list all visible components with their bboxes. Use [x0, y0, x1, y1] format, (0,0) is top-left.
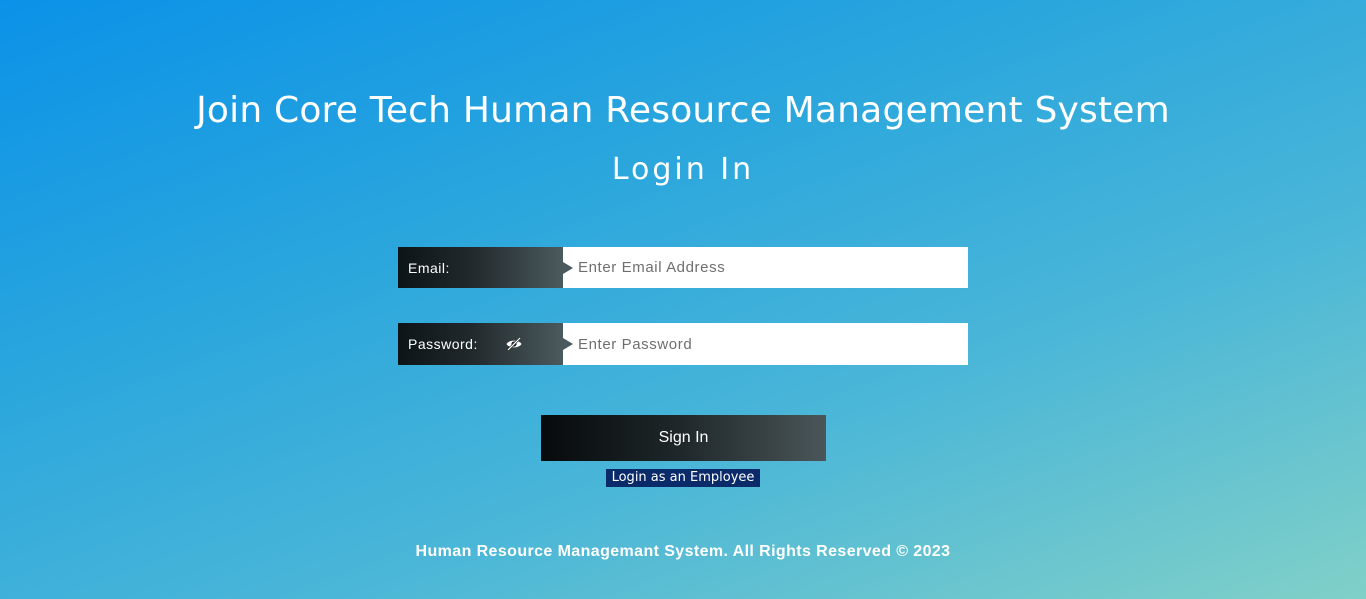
email-row: Email: [398, 247, 968, 288]
email-label: Email: [398, 247, 573, 288]
email-label-text: Email: [408, 259, 450, 276]
email-field[interactable] [563, 247, 968, 288]
login-as-employee-link[interactable]: Login as an Employee [606, 469, 760, 487]
password-row: Password: [398, 323, 968, 365]
password-field[interactable] [563, 323, 968, 365]
sign-in-button[interactable]: Sign In [541, 415, 826, 461]
login-heading: Login In [611, 152, 755, 187]
eye-slash-icon[interactable] [505, 336, 523, 352]
footer-copyright: Human Resource Managemant System. All Ri… [415, 543, 951, 560]
page-title: Join Core Tech Human Resource Management… [196, 90, 1170, 131]
password-label: Password: [398, 323, 573, 365]
password-label-text: Password: [408, 336, 478, 352]
